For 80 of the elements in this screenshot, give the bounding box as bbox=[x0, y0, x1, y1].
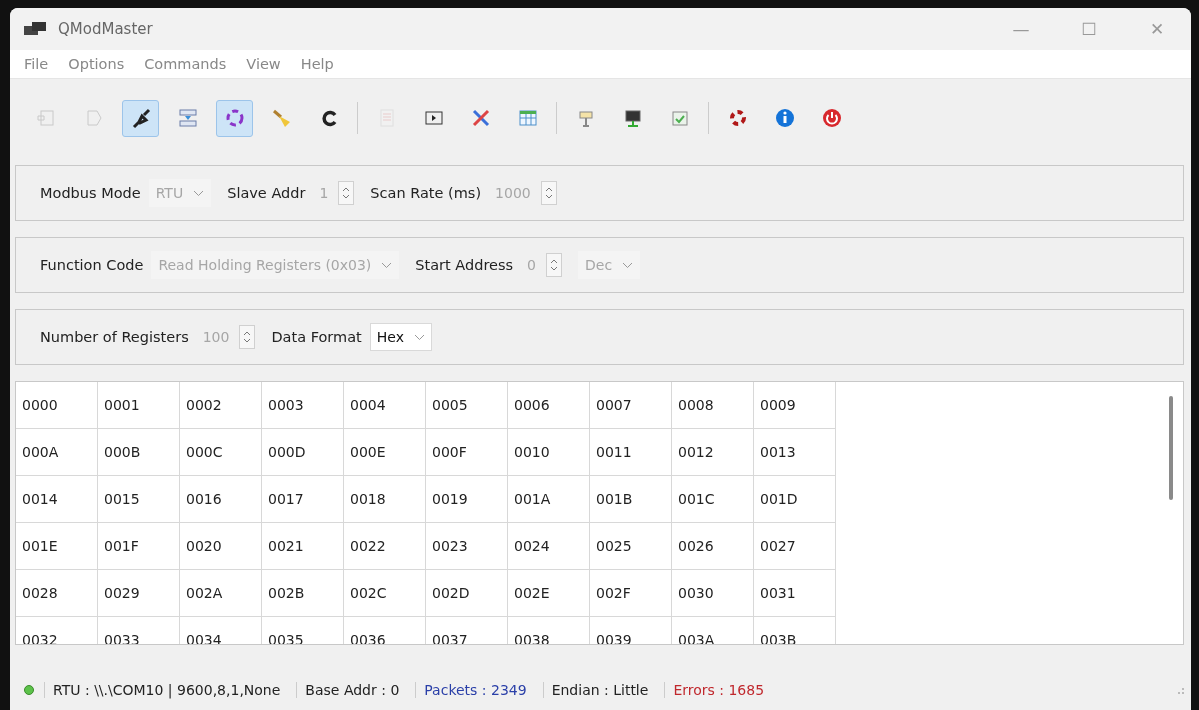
menu-item[interactable]: Commands bbox=[134, 56, 237, 72]
table-cell: 0006 bbox=[508, 382, 590, 429]
status-text: Base Addr : 0 bbox=[296, 682, 412, 698]
table-cell: 0007 bbox=[590, 382, 672, 429]
window-title: QModMaster bbox=[58, 20, 154, 38]
table-cell: 0028 bbox=[16, 570, 98, 617]
table-cell: 0001 bbox=[98, 382, 180, 429]
table-cell: 0003 bbox=[262, 382, 344, 429]
maximize-button[interactable]: ☐ bbox=[1055, 8, 1123, 50]
table-cell: 002D bbox=[426, 570, 508, 617]
table-cell: 0019 bbox=[426, 476, 508, 523]
status-text: Errors : 1685 bbox=[664, 682, 777, 698]
table-cell: 0031 bbox=[754, 570, 836, 617]
dropdown-caret-icon bbox=[193, 189, 205, 197]
table-cell: 002A bbox=[180, 570, 262, 617]
field-label: Scan Rate (ms) bbox=[370, 185, 482, 201]
table-cell: 0002 bbox=[180, 382, 262, 429]
table-cell: 0025 bbox=[590, 523, 672, 570]
dropdown-caret-icon bbox=[622, 261, 634, 269]
table-cell: 000A bbox=[16, 429, 98, 476]
minimize-button[interactable]: — bbox=[987, 8, 1055, 50]
menu-item[interactable]: Help bbox=[290, 56, 344, 72]
menu-item[interactable]: File bbox=[14, 56, 59, 72]
menu-item[interactable]: Options bbox=[58, 56, 135, 72]
table-cell: 0022 bbox=[344, 523, 426, 570]
table-cell: 0013 bbox=[754, 429, 836, 476]
table-cell: 002E bbox=[508, 570, 590, 617]
close-button[interactable]: ✕ bbox=[1123, 8, 1191, 50]
scrollbar-thumb[interactable] bbox=[1169, 396, 1173, 500]
table-cell: 002F bbox=[590, 570, 672, 617]
app-icon bbox=[24, 22, 46, 36]
table-cell: 0027 bbox=[754, 523, 836, 570]
resize-grip-icon[interactable] bbox=[1175, 685, 1185, 695]
table-cell: 0017 bbox=[262, 476, 344, 523]
table-cell: 0029 bbox=[98, 570, 180, 617]
table-cell: 000B bbox=[98, 429, 180, 476]
table-cell: 001F bbox=[98, 523, 180, 570]
table-cell: 0005 bbox=[426, 382, 508, 429]
table-cell: 002C bbox=[344, 570, 426, 617]
table-cell: 0024 bbox=[508, 523, 590, 570]
table-cell: 0015 bbox=[98, 476, 180, 523]
table-cell: 0009 bbox=[754, 382, 836, 429]
toolbar-button[interactable] bbox=[122, 99, 159, 137]
table-cell: 001B bbox=[590, 476, 672, 523]
table-cell: 001A bbox=[508, 476, 590, 523]
table-cell: 0008 bbox=[672, 382, 754, 429]
field-label: Slave Addr bbox=[227, 185, 306, 201]
table-cell: 0023 bbox=[426, 523, 508, 570]
table-cell: 0021 bbox=[262, 523, 344, 570]
table-cell: 0016 bbox=[180, 476, 262, 523]
dropdown[interactable]: Hex bbox=[369, 323, 432, 351]
table-cell: 001D bbox=[754, 476, 836, 523]
table-cell: 0020 bbox=[180, 523, 262, 570]
menu-item[interactable]: View bbox=[236, 56, 291, 72]
table-cell: 0026 bbox=[672, 523, 754, 570]
table-cell: 0011 bbox=[590, 429, 672, 476]
dropdown-caret-icon bbox=[381, 261, 393, 269]
table-cell: 001C bbox=[672, 476, 754, 523]
table-cell: 002B bbox=[262, 570, 344, 617]
table-cell: 000F bbox=[426, 429, 508, 476]
status-text: Packets : 2349 bbox=[415, 682, 539, 698]
table-cell: 0012 bbox=[672, 429, 754, 476]
table-cell: 0000 bbox=[16, 382, 98, 429]
table-cell: 000E bbox=[344, 429, 426, 476]
table-cell: 000C bbox=[180, 429, 262, 476]
table-cell: 0010 bbox=[508, 429, 590, 476]
field-label: Data Format bbox=[271, 329, 362, 345]
status-text: Endian : Little bbox=[542, 682, 661, 698]
table-cell: 0014 bbox=[16, 476, 98, 523]
field-label: Number of Registers bbox=[40, 329, 189, 345]
field-label: Start Address bbox=[415, 257, 514, 273]
table-cell: 001E bbox=[16, 523, 98, 570]
field-label: Modbus Mode bbox=[40, 185, 141, 201]
table-cell: 0030 bbox=[672, 570, 754, 617]
status-text: RTU : \\.\COM10 | 9600,8,1,None bbox=[44, 682, 293, 698]
table-cell: 0018 bbox=[344, 476, 426, 523]
table-cell: 0004 bbox=[344, 382, 426, 429]
dropdown-caret-icon bbox=[413, 333, 425, 341]
field-label: Function Code bbox=[40, 257, 144, 273]
table-cell: 000D bbox=[262, 429, 344, 476]
